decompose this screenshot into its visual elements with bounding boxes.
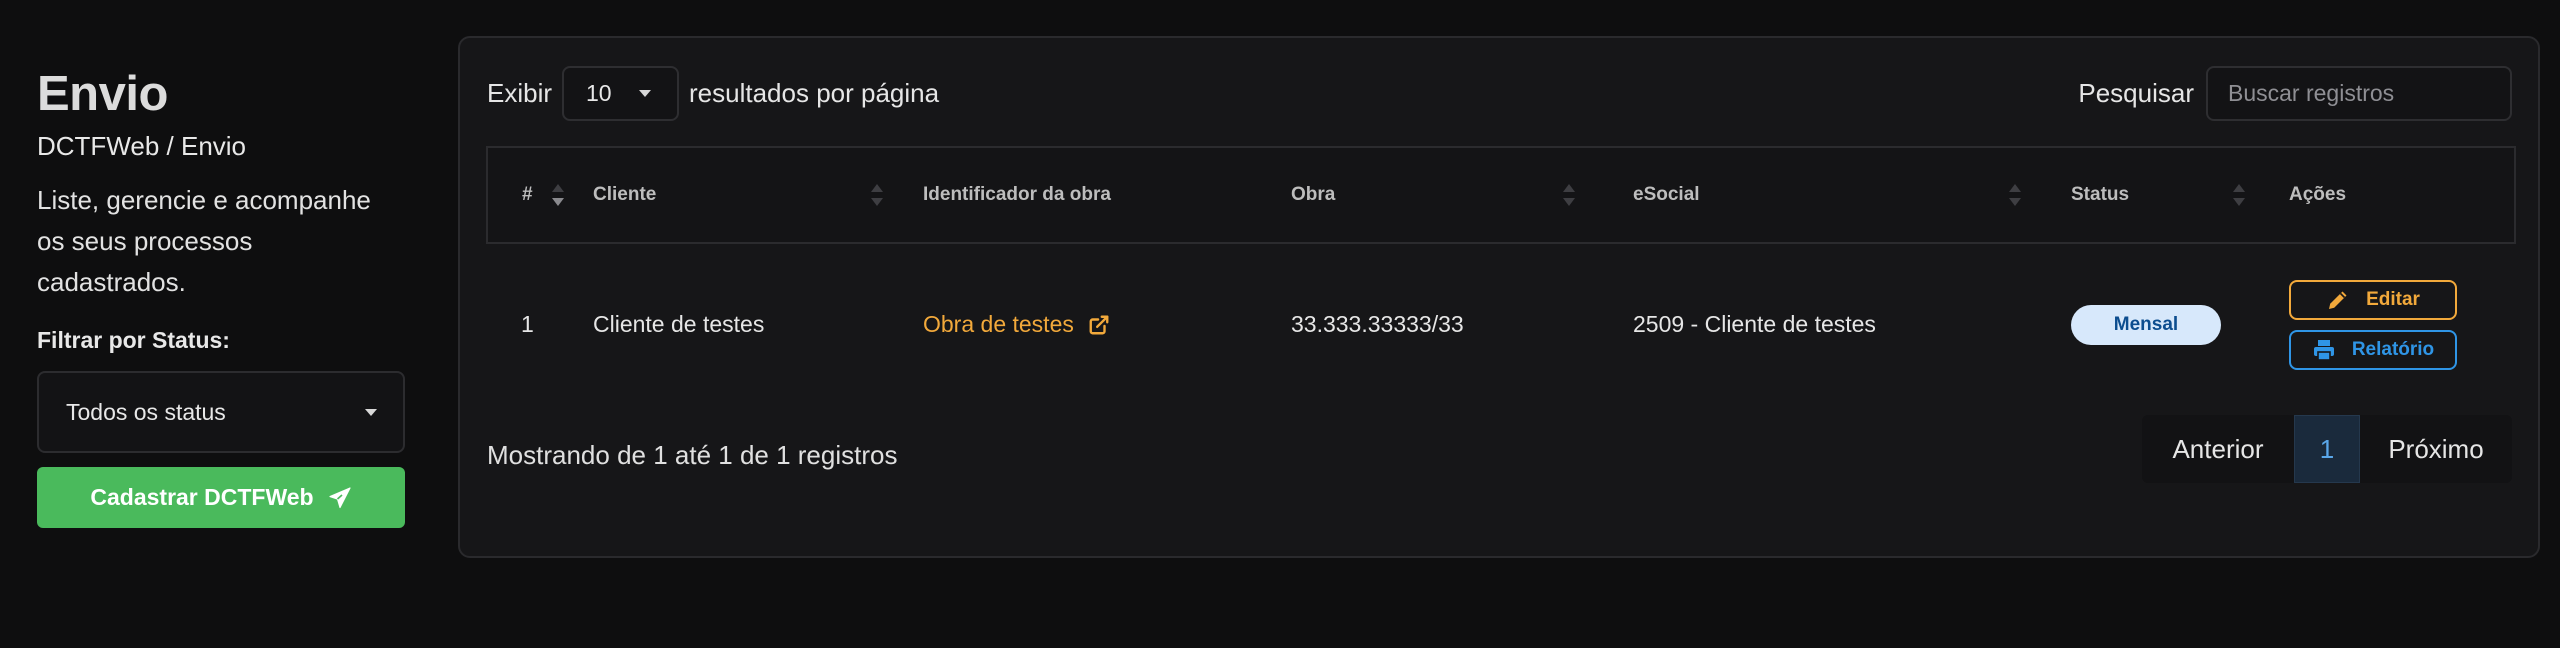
breadcrumb: DCTFWeb / Envio xyxy=(37,131,247,161)
column-header-acoes: Ações xyxy=(2289,146,2516,244)
column-header-identificador[interactable]: Identificador da obra xyxy=(923,146,1291,244)
sort-icon xyxy=(2009,182,2021,208)
filter-status-label: Filtrar por Status: xyxy=(37,327,230,353)
cell-cliente: Cliente de testes xyxy=(593,311,765,337)
column-header-esocial[interactable]: eSocial xyxy=(1633,146,2071,244)
caret-down-icon xyxy=(639,90,652,97)
sidebar: Envio DCTFWeb / Envio Liste, gerencie e … xyxy=(37,66,405,528)
status-filter-value: Todos os status xyxy=(66,398,226,425)
caret-down-icon xyxy=(365,408,377,416)
report-button[interactable]: Relatório xyxy=(2289,329,2457,370)
printer-icon xyxy=(2313,339,2334,361)
page-title: Envio xyxy=(37,67,168,121)
pagination-next[interactable]: Próximo xyxy=(2360,415,2512,483)
status-badge: Mensal xyxy=(2071,304,2221,345)
cell-actions: Editar Relatório xyxy=(2289,243,2515,405)
create-dctfweb-button[interactable]: Cadastrar DCTFWeb xyxy=(37,467,405,528)
table-header-row: # Cliente Identificador da obra Obra eSo… xyxy=(486,146,2516,244)
edit-button[interactable]: Editar xyxy=(2289,279,2457,320)
edit-button-label: Editar xyxy=(2366,288,2420,310)
row-actions: Editar Relatório xyxy=(2289,279,2515,370)
table-row: 1 Cliente de testes Obra de testes 33.33… xyxy=(487,243,2515,405)
create-dctfweb-label: Cadastrar DCTFWeb xyxy=(90,484,314,510)
show-label: Exibir xyxy=(487,78,553,108)
pencil-icon xyxy=(2329,291,2347,309)
pagination: Anterior 1 Próximo xyxy=(2142,415,2512,483)
column-header-cliente[interactable]: Cliente xyxy=(593,146,923,244)
external-link-icon xyxy=(1089,315,1109,334)
pagination-previous[interactable]: Anterior xyxy=(2142,415,2294,483)
records-card: Exibir 10 resultados por página Pesquisa… xyxy=(458,36,2540,558)
sort-icon xyxy=(871,182,883,208)
table-info: Mostrando de 1 até 1 de 1 registros xyxy=(487,440,898,470)
sort-icon xyxy=(1563,182,1575,208)
sort-icon xyxy=(2233,182,2245,208)
obra-link-label: Obra de testes xyxy=(923,311,1074,337)
page-length-select[interactable]: 10 xyxy=(562,66,680,121)
page-length-value: 10 xyxy=(586,80,612,106)
page-description: Liste, gerencie e acompanhe os seus proc… xyxy=(37,185,371,297)
cell-identificador: Obra de testes xyxy=(923,243,1291,405)
records-table: # Cliente Identificador da obra Obra eSo… xyxy=(486,146,2516,405)
page-length-control: Exibir 10 resultados por página xyxy=(487,66,939,121)
search-input[interactable] xyxy=(2206,66,2512,121)
paper-plane-icon xyxy=(329,486,351,508)
column-header-status[interactable]: Status xyxy=(2071,146,2289,244)
status-filter-select[interactable]: Todos os status xyxy=(37,371,405,453)
obra-link[interactable]: Obra de testes xyxy=(923,311,1110,338)
cell-esocial: 2509 - Cliente de testes xyxy=(1633,311,1876,337)
pagination-page-1[interactable]: 1 xyxy=(2294,415,2360,483)
per-page-label: resultados por página xyxy=(689,78,940,108)
search-control: Pesquisar xyxy=(2078,66,2512,121)
cell-id: 1 xyxy=(521,311,534,337)
column-header-obra[interactable]: Obra xyxy=(1291,146,1633,244)
column-header-id[interactable]: # xyxy=(486,146,593,244)
report-button-label: Relatório xyxy=(2351,338,2435,360)
cell-status: Mensal xyxy=(2071,243,2289,405)
sort-icon xyxy=(552,182,564,208)
cell-obra: 33.333.33333/33 xyxy=(1291,311,1464,337)
search-label: Pesquisar xyxy=(2078,78,2194,108)
